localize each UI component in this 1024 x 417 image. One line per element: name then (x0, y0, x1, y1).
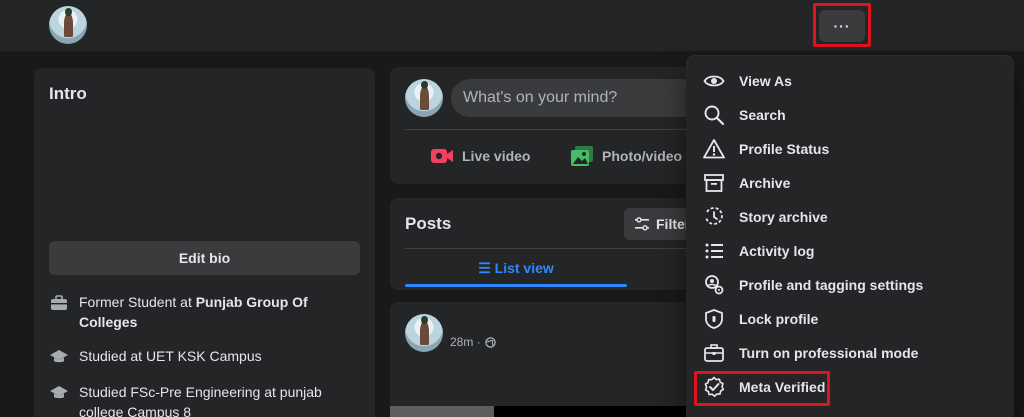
edit-bio-button[interactable]: Edit bio (49, 241, 360, 275)
graduation-cap-icon (50, 386, 68, 399)
eye-icon (703, 75, 725, 87)
post-card: 28m · (390, 302, 690, 417)
shield-lock-icon (705, 309, 723, 329)
list-view-active-indicator (405, 284, 627, 287)
menu-item-profile-status[interactable]: Profile Status (695, 133, 1005, 165)
filter-icon (635, 217, 649, 231)
composer-avatar[interactable] (405, 79, 443, 117)
highlight-meta-verified (694, 371, 830, 406)
warning-icon (703, 139, 725, 159)
history-icon (705, 207, 723, 225)
briefcase-icon (51, 295, 67, 310)
intro-education-row[interactable]: Studied at UET KSK Campus (49, 346, 329, 367)
graduation-cap-icon (50, 350, 68, 363)
posts-card: Posts Filter ☰ List view (390, 198, 704, 290)
menu-label: Lock profile (739, 311, 819, 327)
live-video-button[interactable]: Live video (430, 145, 530, 167)
menu-item-professional-mode[interactable]: Turn on professional mode (695, 337, 1005, 369)
intro-education-row-2[interactable]: Studied FSc-Pre Engineering at punjab co… (49, 382, 329, 417)
photo-video-icon (571, 146, 593, 166)
menu-label: Story archive (739, 209, 828, 225)
menu-item-activity-log[interactable]: Activity log (695, 235, 1005, 267)
list-view-tab[interactable]: ☰ List view (405, 250, 627, 287)
composer-card: What's on your mind? Live video Photo/vi… (390, 67, 701, 184)
briefcase-icon (704, 344, 724, 362)
menu-label: Profile and tagging settings (739, 277, 924, 293)
composer-divider (405, 129, 690, 130)
menu-item-profile-tagging-settings[interactable]: Profile and tagging settings (695, 269, 1005, 301)
globe-icon (484, 336, 496, 348)
intro-work-row[interactable]: Former Student at Punjab Group Of Colleg… (49, 292, 329, 332)
intro-work-text: Former Student at Punjab Group Of Colleg… (79, 294, 308, 330)
highlight-more-options (813, 3, 871, 47)
search-icon (704, 105, 725, 126)
menu-item-story-archive[interactable]: Story archive (695, 201, 1005, 233)
menu-label: Search (739, 107, 786, 123)
posts-title: Posts (405, 214, 452, 233)
menu-label: Profile Status (739, 141, 830, 157)
list-icon (705, 243, 723, 259)
posts-divider (405, 248, 690, 249)
post-timestamp[interactable]: 28m · (450, 335, 496, 349)
profile-avatar[interactable] (49, 6, 87, 44)
intro-title: Intro (49, 84, 87, 103)
post-time-text: 28m · (450, 335, 481, 349)
intro-card: Intro Edit bio Former Student at Punjab … (34, 68, 375, 417)
photo-video-label: Photo/video (602, 148, 683, 164)
menu-item-search[interactable]: Search (695, 99, 1005, 131)
user-settings-icon (705, 275, 724, 295)
archive-icon (704, 174, 724, 192)
post-media-strip[interactable] (390, 406, 690, 417)
whats-on-your-mind-input[interactable]: What's on your mind? (451, 79, 701, 117)
menu-label: View As (739, 73, 792, 89)
intro-education-text-2: Studied FSc-Pre Engineering at punjab co… (79, 384, 322, 417)
live-video-label: Live video (462, 148, 531, 164)
menu-label: Turn on professional mode (739, 345, 919, 361)
live-video-icon (431, 149, 453, 163)
menu-item-archive[interactable]: Archive (695, 167, 1005, 199)
menu-item-lock-profile[interactable]: Lock profile (695, 303, 1005, 335)
photo-video-button[interactable]: Photo/video (570, 145, 682, 167)
menu-label: Archive (739, 175, 791, 191)
menu-label: Activity log (739, 243, 815, 259)
menu-item-view-as[interactable]: View As (695, 65, 1005, 97)
filter-label: Filter (656, 216, 691, 232)
intro-education-text: Studied at UET KSK Campus (79, 348, 262, 364)
profile-options-menu: View As Search Profile Status Archive St… (687, 56, 1013, 417)
post-avatar[interactable] (405, 314, 443, 352)
